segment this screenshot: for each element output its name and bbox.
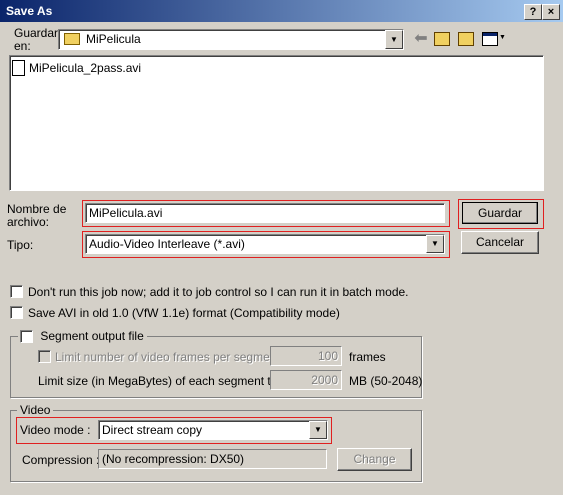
title-bar — [0, 0, 563, 22]
frames-value: 100 — [317, 349, 338, 363]
cancel-button[interactable]: Cancelar — [461, 231, 539, 254]
save-button[interactable]: Guardar — [462, 202, 538, 224]
chevron-down-icon[interactable]: ▼ — [426, 235, 444, 253]
chevron-down-icon[interactable]: ▼ — [385, 30, 403, 49]
help-button[interactable]: ? — [524, 4, 542, 20]
old-avi-checkbox[interactable] — [10, 306, 23, 319]
close-button[interactable]: × — [542, 4, 560, 20]
segment-legend: Segment output file — [18, 329, 147, 344]
job-control-checkbox[interactable] — [10, 285, 23, 298]
old-avi-label: Save AVI in old 1.0 (VfW 1.1e) format (C… — [28, 306, 340, 320]
save-in-label: Guardar en: — [14, 26, 59, 53]
size-input[interactable]: 2000 — [270, 370, 342, 390]
filename-value: MiPelicula.avi — [89, 206, 163, 220]
chevron-down-icon[interactable]: ▼ — [309, 421, 327, 439]
video-mode-value: Direct stream copy — [102, 423, 203, 437]
video-legend: Video — [17, 403, 54, 417]
frames-unit: frames — [349, 350, 386, 364]
segment-checkbox[interactable] — [20, 330, 33, 344]
video-mode-dropdown[interactable]: Direct stream copy ▼ — [98, 420, 328, 440]
save-in-dropdown[interactable]: MiPelicula ▼ — [58, 29, 404, 50]
size-unit: MB (50-2048) — [349, 374, 423, 388]
limit-size-label: Limit size (in MegaBytes) of each segmen… — [38, 374, 285, 388]
folder-icon — [64, 33, 80, 45]
video-mode-label: Video mode : — [20, 423, 91, 437]
limit-frames-label: Limit number of video frames per segment… — [55, 350, 294, 364]
filename-input[interactable]: MiPelicula.avi — [85, 203, 445, 223]
change-button[interactable]: Change — [337, 448, 412, 471]
back-arrow-icon[interactable]: ⬅ — [412, 30, 430, 48]
frames-input[interactable]: 100 — [270, 346, 342, 366]
save-in-value: MiPelicula — [86, 32, 141, 46]
view-menu-chevron-icon[interactable]: ▼ — [499, 34, 506, 41]
window-title: Save As — [6, 4, 53, 18]
filetype-label: Tipo: — [7, 238, 34, 252]
new-folder-icon[interactable] — [458, 32, 474, 46]
avi-file-icon — [12, 60, 25, 76]
limit-frames-checkbox[interactable] — [38, 350, 51, 363]
up-folder-icon[interactable] — [434, 32, 450, 46]
segment-title: Segment output file — [40, 329, 144, 343]
view-menu-icon[interactable] — [482, 32, 498, 46]
file-name: MiPelicula_2pass.avi — [29, 61, 142, 75]
file-list[interactable]: MiPelicula_2pass.avi — [9, 55, 544, 191]
list-item[interactable]: MiPelicula_2pass.avi — [12, 60, 212, 76]
filetype-dropdown[interactable]: Audio-Video Interleave (*.avi) ▼ — [85, 234, 445, 254]
compression-label: Compression : — [22, 453, 100, 467]
filetype-value: Audio-Video Interleave (*.avi) — [89, 237, 245, 251]
compression-value: (No recompression: DX50) — [102, 452, 245, 466]
filename-label: Nombre de archivo: — [7, 202, 67, 229]
compression-field: (No recompression: DX50) — [98, 449, 327, 469]
size-value: 2000 — [311, 373, 338, 387]
segment-group — [10, 336, 422, 398]
job-control-label: Don't run this job now; add it to job co… — [28, 285, 409, 299]
